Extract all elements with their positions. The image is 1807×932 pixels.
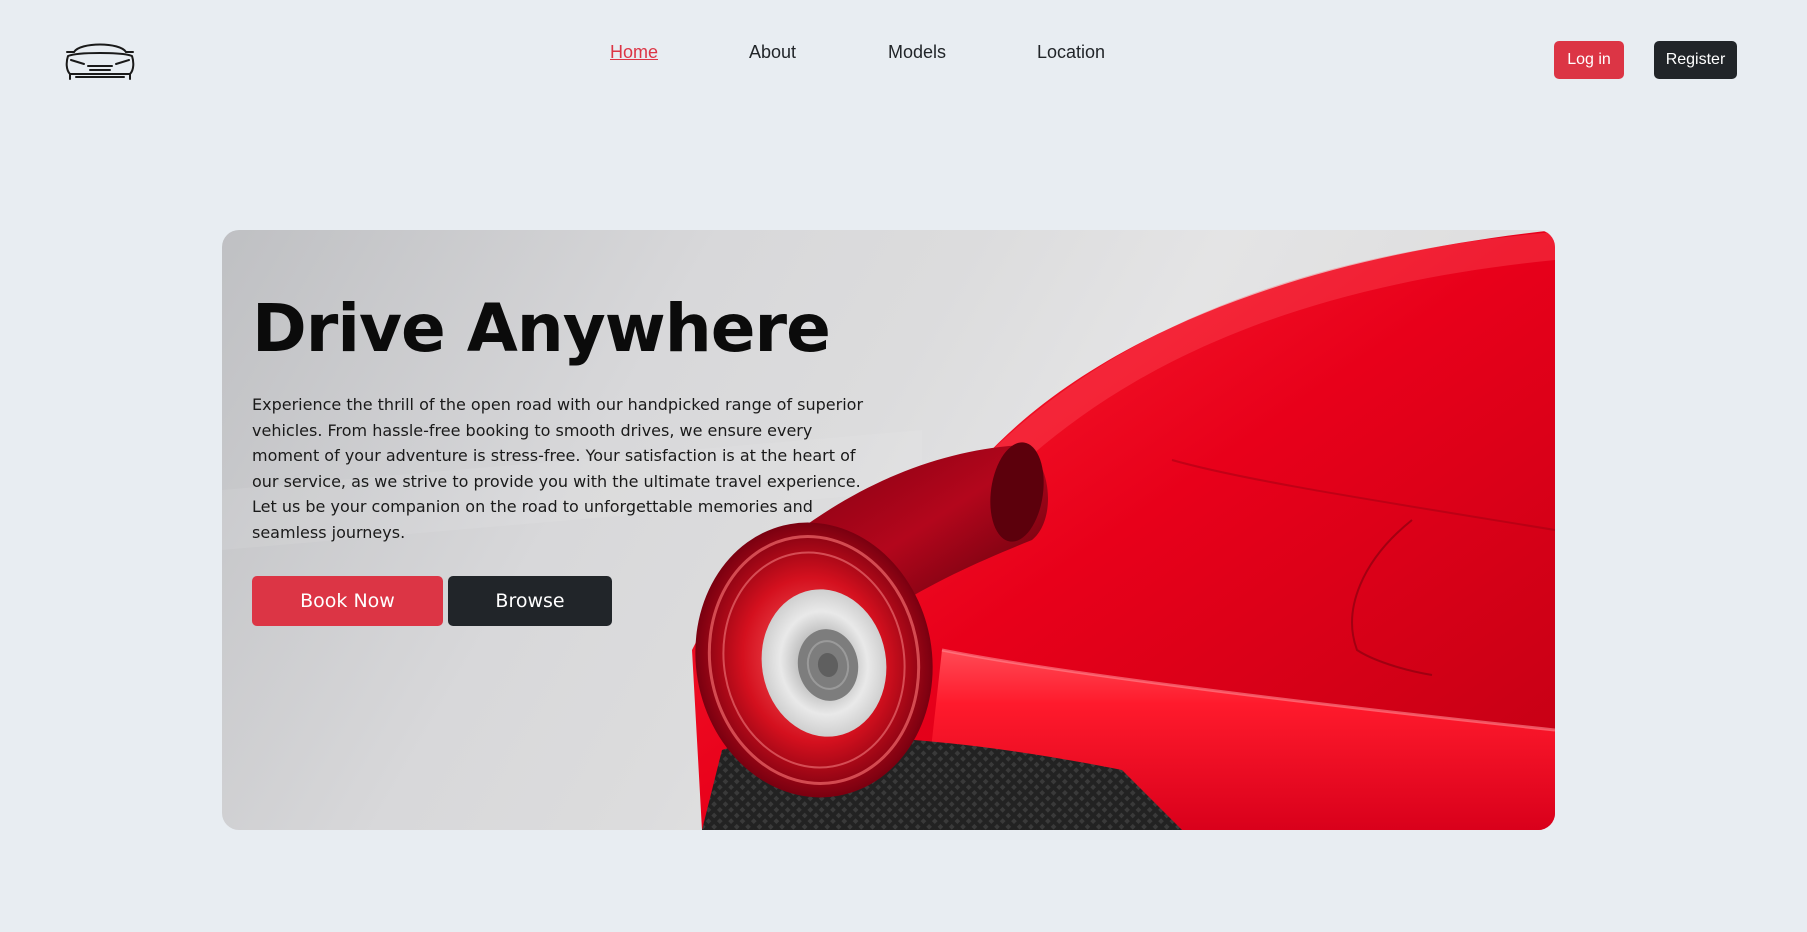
hero-description: Experience the thrill of the open road w… (252, 395, 864, 542)
book-now-button[interactable]: Book Now (252, 576, 443, 626)
nav-link-models[interactable]: Models (888, 42, 946, 63)
nav-link-home[interactable]: Home (610, 42, 658, 63)
register-button[interactable]: Register (1654, 41, 1737, 79)
nav-link-location[interactable]: Location (1037, 42, 1105, 63)
login-button[interactable]: Log in (1554, 41, 1624, 79)
hero-title: Drive Anywhere (252, 290, 831, 367)
browse-button[interactable]: Browse (448, 576, 612, 626)
main-nav: Home About Models Location (0, 42, 1807, 66)
site-header: Home About Models Location Log in Regist… (0, 0, 1807, 120)
hero-banner: Drive Anywhere Experience the thrill of … (222, 230, 1555, 830)
nav-link-about[interactable]: About (749, 42, 796, 63)
